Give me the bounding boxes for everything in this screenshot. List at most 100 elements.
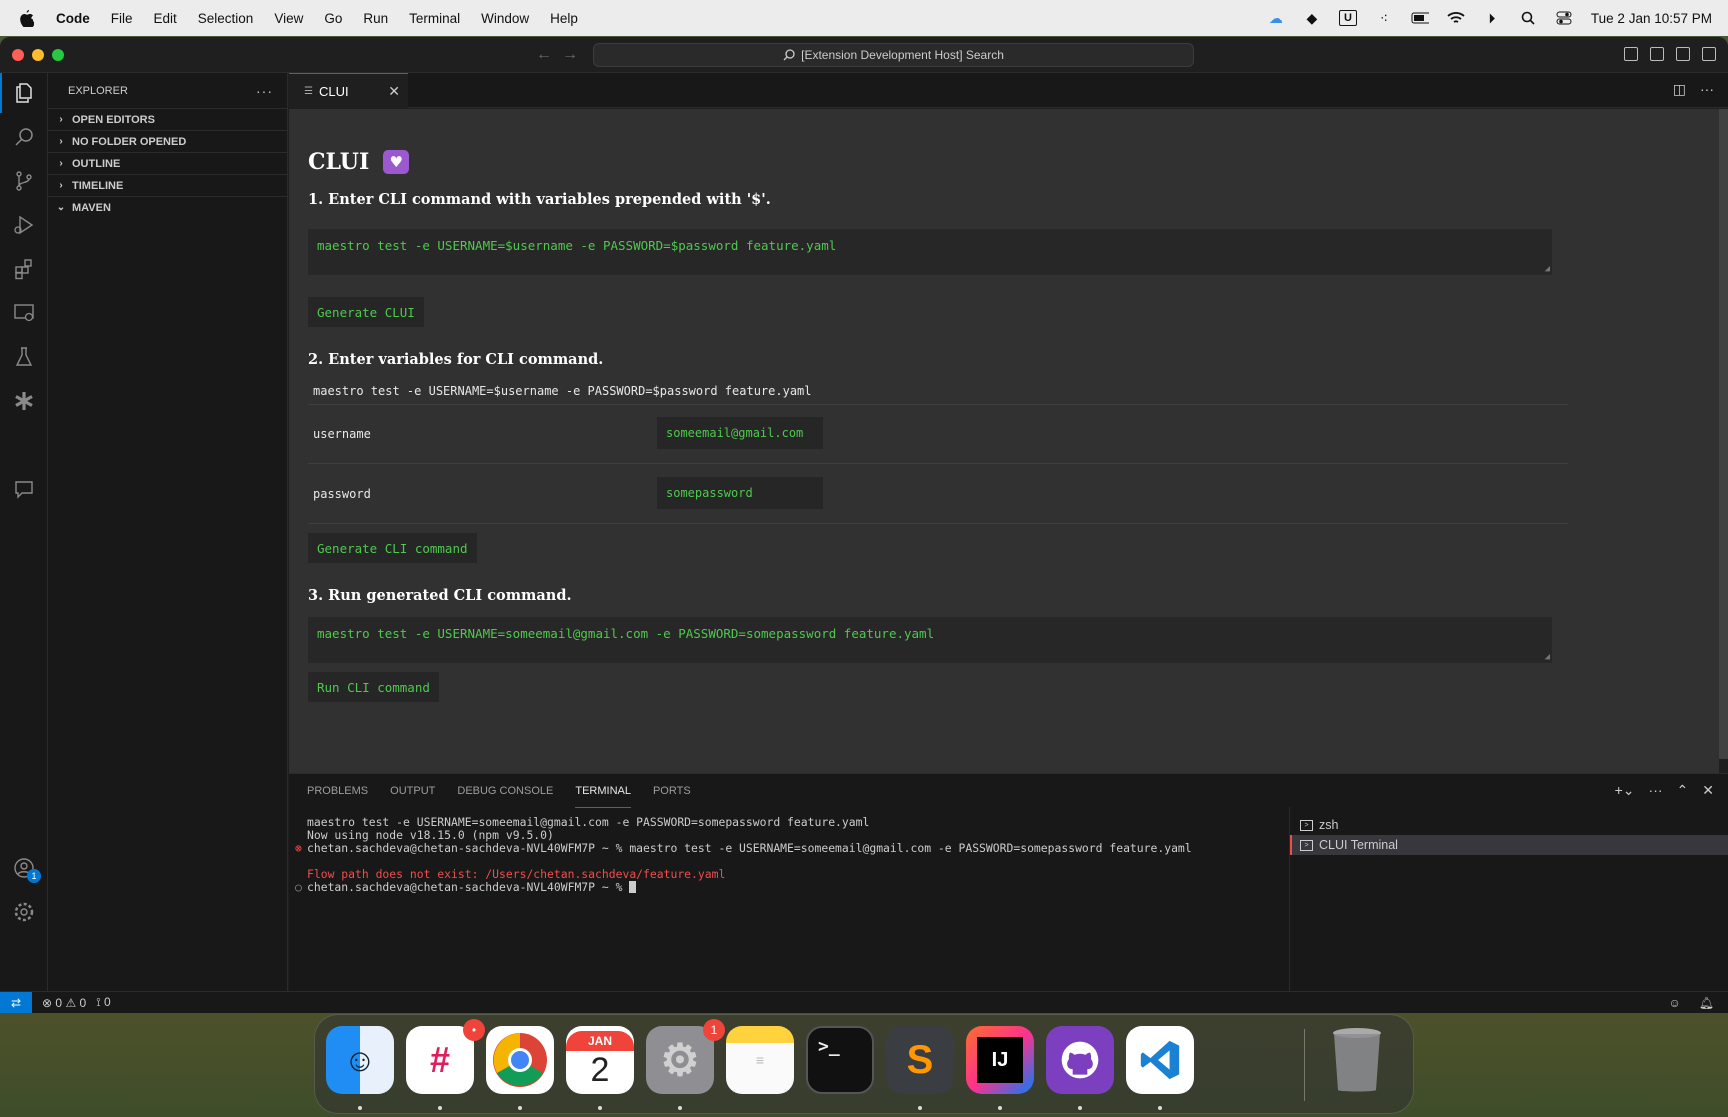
zoom-window-button[interactable] [52, 49, 64, 61]
testing-activity[interactable] [0, 337, 48, 377]
u-icon[interactable]: U [1338, 10, 1357, 26]
search-icon[interactable] [1519, 10, 1537, 26]
dock-separator [1304, 1029, 1305, 1101]
battery-icon[interactable] [1411, 10, 1429, 26]
notes-app[interactable]: ≡ [726, 1026, 794, 1094]
resize-grip-icon[interactable]: ◢ [1545, 652, 1550, 662]
close-panel-icon[interactable]: ✕ [1702, 782, 1714, 799]
resize-grip-icon[interactable]: ◢ [1545, 264, 1550, 274]
new-terminal-icon[interactable]: +⌄ [1615, 782, 1635, 799]
editor-scrollbar[interactable] [1719, 109, 1728, 759]
close-icon[interactable]: ✕ [388, 83, 400, 100]
split-editor-icon[interactable]: ◫ [1673, 81, 1686, 98]
remote-explorer-activity[interactable] [0, 293, 48, 333]
terminal-app[interactable]: >_ [806, 1026, 874, 1094]
menu-run[interactable]: Run [363, 11, 388, 26]
play-icon[interactable]: ⏵ [1483, 10, 1501, 26]
forward-arrow-icon[interactable]: → [562, 46, 578, 64]
vscode-app[interactable] [1126, 1026, 1194, 1094]
source-control-activity[interactable] [0, 161, 48, 201]
remote-indicator-icon[interactable]: ⇄ [0, 991, 32, 1013]
username-input[interactable]: someemail@gmail.com [657, 417, 823, 449]
maximize-panel-icon[interactable]: ⌃ [1677, 782, 1689, 799]
menubar-clock[interactable]: Tue 2 Jan 10:57 PM [1591, 11, 1712, 26]
more-actions-icon[interactable]: ··· [1700, 81, 1714, 98]
menu-code[interactable]: Code [56, 11, 90, 26]
close-window-button[interactable] [12, 49, 24, 61]
apple-icon[interactable] [16, 8, 36, 28]
notes-icon: ≡ [755, 1052, 765, 1068]
accounts-activity[interactable]: 1 [0, 848, 48, 888]
command-center[interactable]: [Extension Development Host] Search [593, 43, 1194, 67]
wifi-icon[interactable] [1447, 10, 1465, 26]
customize-layout-icon[interactable] [1702, 47, 1716, 61]
trash-app[interactable] [1323, 1026, 1391, 1094]
section-outline[interactable]: › OUTLINE [48, 152, 287, 174]
manage-activity[interactable] [0, 892, 48, 932]
menu-window[interactable]: Window [481, 11, 529, 26]
command-failed-icon[interactable]: ⊗ [295, 842, 302, 855]
cube-icon[interactable]: ◆ [1303, 10, 1321, 26]
section-timeline[interactable]: › TIMELINE [48, 174, 287, 196]
explorer-activity[interactable] [0, 73, 48, 113]
menu-edit[interactable]: Edit [154, 11, 177, 26]
run-debug-activity[interactable] [0, 205, 48, 245]
tab-output[interactable]: OUTPUT [390, 774, 435, 808]
extensions-activity[interactable] [0, 249, 48, 289]
menu-help[interactable]: Help [550, 11, 578, 26]
section-no-folder[interactable]: › NO FOLDER OPENED [48, 130, 287, 152]
editor-actions: ◫ ··· [1673, 81, 1714, 98]
minimize-window-button[interactable] [32, 49, 44, 61]
password-input[interactable]: somepassword [657, 477, 823, 509]
toggle-panel-icon[interactable] [1650, 47, 1664, 61]
run-cli-button[interactable]: Run CLI command [308, 672, 439, 702]
bottom-panel: PROBLEMS OUTPUT DEBUG CONSOLE TERMINAL P… [289, 773, 1728, 992]
menu-file[interactable]: File [111, 11, 133, 26]
intellij-app[interactable]: IJ [966, 1026, 1034, 1094]
menu-view[interactable]: View [274, 11, 303, 26]
back-arrow-icon[interactable]: ← [536, 46, 552, 64]
generate-clui-button[interactable]: Generate CLUI [308, 297, 424, 327]
tab-terminal[interactable]: TERMINAL [575, 774, 631, 808]
sublime-app[interactable]: S [886, 1026, 954, 1094]
tab-clui[interactable]: ☰ CLUI ✕ [289, 73, 408, 108]
menu-terminal[interactable]: Terminal [409, 11, 460, 26]
bell-icon[interactable]: 🔔︎ [1699, 996, 1714, 1010]
chrome-app[interactable] [486, 1026, 554, 1094]
finder-app[interactable]: ☺ [326, 1026, 394, 1094]
display-icon[interactable]: ⁖ [1375, 10, 1393, 26]
problems-status[interactable]: ⊗ 0 ⚠ 0 [42, 996, 86, 1010]
running-indicator [678, 1106, 682, 1110]
terminal-item-clui[interactable]: > CLUI Terminal [1290, 835, 1728, 855]
generated-command-textarea[interactable]: maestro test -e USERNAME=someemail@gmail… [308, 617, 1552, 663]
calendar-app[interactable]: JAN 2 [566, 1026, 634, 1094]
tab-ports[interactable]: PORTS [653, 774, 691, 808]
more-actions-icon[interactable]: ··· [256, 83, 273, 99]
section-maven[interactable]: ⌄ MAVEN [48, 196, 287, 218]
command-template-textarea[interactable]: maestro test -e USERNAME=$username -e PA… [308, 229, 1552, 275]
toggle-sidebar-icon[interactable] [1624, 47, 1638, 61]
cloud-icon[interactable]: ☁ [1267, 10, 1285, 26]
slack-app[interactable]: # [406, 1026, 474, 1094]
control-center-icon[interactable] [1555, 10, 1573, 26]
command-decoration-icon[interactable]: ○ [295, 881, 302, 894]
search-activity[interactable] [0, 117, 48, 157]
menu-selection[interactable]: Selection [198, 11, 254, 26]
copilot-icon[interactable]: ☺ [1669, 996, 1681, 1010]
ports-status[interactable]: ⟟ 0 [96, 995, 111, 1010]
github-desktop-app[interactable] [1046, 1026, 1114, 1094]
terminal-item-zsh[interactable]: > zsh [1290, 815, 1728, 835]
finder-face-icon: ☺ [343, 1041, 377, 1078]
section-open-editors[interactable]: › OPEN EDITORS [48, 108, 287, 130]
comments-activity[interactable] [0, 469, 48, 509]
system-settings-app[interactable]: ⚙ [646, 1026, 714, 1094]
more-actions-icon[interactable]: ··· [1649, 782, 1663, 799]
extension-activity[interactable] [0, 381, 48, 421]
toggle-secondary-sidebar-icon[interactable] [1676, 47, 1690, 61]
tab-problems[interactable]: PROBLEMS [307, 774, 368, 808]
accounts-badge: 1 [27, 869, 41, 883]
menu-go[interactable]: Go [324, 11, 342, 26]
terminal-output[interactable]: maestro test -e USERNAME=someemail@gmail… [295, 816, 1307, 894]
tab-debug-console[interactable]: DEBUG CONSOLE [457, 774, 553, 808]
generate-cli-button[interactable]: Generate CLI command [308, 533, 477, 563]
